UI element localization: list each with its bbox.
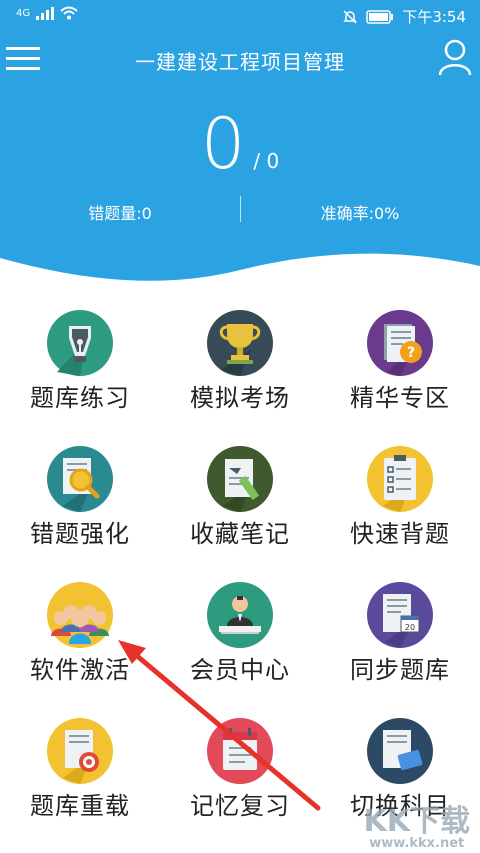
tile-label: 题库重载 <box>30 792 130 820</box>
tile-label: 同步题库 <box>350 656 450 684</box>
status-bar: 4G 下午3:54 <box>0 0 480 32</box>
watermark-text: KK下载 <box>363 804 471 839</box>
document-calendar-icon: 20 <box>367 582 433 648</box>
wifi-icon <box>60 6 78 20</box>
tile-memory-review[interactable]: 记忆复习 <box>160 712 320 842</box>
tile-sync-questions[interactable]: 20 同步题库 <box>320 576 480 706</box>
tile-label: 快速背题 <box>350 520 450 548</box>
pen-nib-icon <box>47 310 113 376</box>
score-value: 0 <box>200 103 246 185</box>
tile-activate-software[interactable]: 软件激活 <box>0 576 160 706</box>
wrong-count: 错题量:0 <box>88 204 152 223</box>
tile-label: 模拟考场 <box>190 384 290 412</box>
clock-time: 下午3:54 <box>402 8 466 26</box>
battery-icon <box>366 9 394 24</box>
user-profile-icon[interactable] <box>438 38 472 76</box>
watermark-url: www.kkx.net <box>369 836 465 851</box>
tile-label: 记忆复习 <box>190 792 290 820</box>
calendar-checklist-icon <box>207 718 273 784</box>
document-keyboard-icon <box>367 718 433 784</box>
svg-text:?: ? <box>407 345 415 361</box>
document-question-icon: ? <box>367 310 433 376</box>
tile-member-center[interactable]: 会员中心 <box>160 576 320 706</box>
stats-row: 错题量:0 准确率:0% <box>0 196 480 226</box>
tile-label: 收藏笔记 <box>190 520 290 548</box>
document-magnifier-icon <box>47 446 113 512</box>
tile-label: 错题强化 <box>30 520 130 548</box>
network-label: 4G <box>16 7 31 19</box>
watermark-logo: KK下载 www.kkx.net <box>364 796 471 851</box>
tile-notes[interactable]: 收藏笔记 <box>160 440 320 570</box>
tile-mock-exam[interactable]: 模拟考场 <box>160 304 320 434</box>
tile-reload-questions[interactable]: 题库重载 <box>0 712 160 842</box>
tile-quick-review[interactable]: 快速背题 <box>320 440 480 570</box>
people-group-icon <box>47 582 113 648</box>
tile-wrong-questions[interactable]: 错题强化 <box>0 440 160 570</box>
score-display: 0/ 0 <box>0 108 480 180</box>
signal-icon <box>36 7 55 20</box>
document-target-icon <box>47 718 113 784</box>
tile-practice[interactable]: 题库练习 <box>0 304 160 434</box>
tile-highlights[interactable]: ? 精华专区 <box>320 304 480 434</box>
trophy-icon <box>207 310 273 376</box>
mute-bell-icon <box>343 9 358 24</box>
tile-label: 题库练习 <box>30 384 130 412</box>
member-desk-icon <box>207 582 273 648</box>
tile-label: 精华专区 <box>350 384 450 412</box>
tile-label: 软件激活 <box>30 656 130 684</box>
svg-text:20: 20 <box>405 623 415 632</box>
accuracy-rate: 准确率:0% <box>320 204 400 223</box>
notebook-pencil-icon <box>207 446 273 512</box>
score-total: / 0 <box>253 149 280 173</box>
top-bar: 一建建设工程项目管理 <box>0 38 480 84</box>
header-wave <box>0 253 480 310</box>
tile-label: 会员中心 <box>190 656 290 684</box>
clipboard-checklist-icon <box>367 446 433 512</box>
app-title: 一建建设工程项目管理 <box>135 50 345 74</box>
